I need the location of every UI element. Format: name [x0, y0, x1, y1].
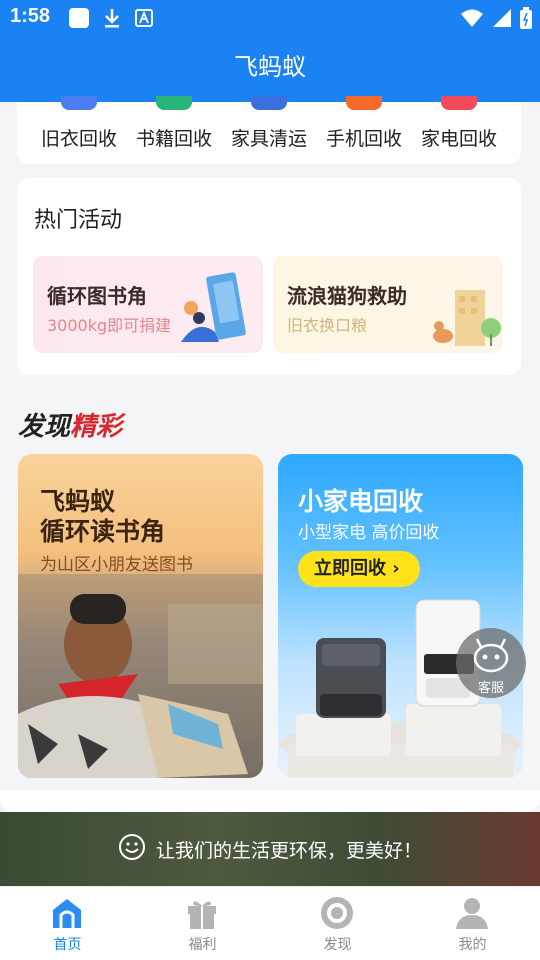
tab-label: 发现 [323, 937, 352, 953]
slogan-bar: 让我们的生活更环保，更美好！ [0, 812, 540, 886]
activity-subtitle: 旧衣换口粮 [287, 316, 368, 335]
category-phone[interactable]: 手机回收 [314, 96, 414, 164]
tab-label: 首页 [53, 937, 82, 953]
signal-icon [492, 8, 512, 32]
activity-title: 流浪猫狗救助 [287, 284, 407, 308]
category-used-clothes[interactable]: 旧衣回收 [29, 96, 129, 164]
battery-icon [520, 7, 532, 33]
hot-activities-card: 热门活动 循环图书角 3000kg即可捐建 流浪猫狗救助 旧衣换口粮 [17, 178, 521, 375]
category-label: 书籍回收 [135, 128, 212, 150]
banner-subtitle: 为山区小朋友送图书 [40, 555, 193, 575]
tab-label: 我的 [458, 937, 487, 953]
category-label: 手机回收 [325, 128, 402, 150]
reading-illustration [181, 272, 246, 342]
book-icon [156, 96, 192, 110]
tab-label: 福利 [188, 937, 217, 953]
category-books[interactable]: 书籍回收 [124, 96, 224, 164]
discover-title-part2: 精彩 [70, 412, 123, 442]
discover-title-part1: 发现 [18, 412, 71, 442]
bottom-tab-bar: 首页 福利 发现 我的 [0, 886, 540, 960]
category-card: 旧衣回收 书籍回收 家具清运 手机回收 家电回收 [17, 96, 521, 164]
section-title: 热门活动 [34, 208, 123, 233]
banner-title-line2: 循环读书角 [40, 517, 166, 546]
category-label: 旧衣回收 [40, 128, 117, 150]
content-panel-bottom [0, 790, 540, 812]
activity-book-corner[interactable]: 循环图书角 3000kg即可捐建 [33, 256, 263, 353]
customer-service-label: 客服 [477, 681, 504, 696]
status-bar: 1:58 [0, 0, 540, 36]
tab-discover[interactable]: 发现 [270, 887, 405, 960]
activity-subtitle: 3000kg即可捐建 [47, 316, 172, 335]
furniture-icon [251, 96, 287, 110]
category-appliance[interactable]: 家电回收 [409, 96, 509, 164]
category-label: 家电回收 [420, 128, 497, 150]
pets-illustration [433, 290, 501, 346]
customer-service-button[interactable]: 客服 [456, 628, 526, 698]
app-header: 飞蚂蚁 [0, 36, 540, 102]
activity-stray-pets[interactable]: 流浪猫狗救助 旧衣换口粮 [273, 256, 503, 353]
banner-appliance-recycle[interactable]: 小家电回收 小型家电 高价回收 立即回收 › [278, 454, 523, 778]
page-title: 飞蚂蚁 [234, 53, 306, 81]
slogan-text: 让我们的生活更环保，更美好！ [155, 839, 422, 862]
category-label: 家具清运 [230, 128, 307, 150]
clothes-icon [61, 96, 97, 110]
banner-title: 小家电回收 [298, 487, 424, 516]
discover-icon [321, 897, 353, 929]
gift-icon [188, 901, 216, 929]
banner-reading-corner[interactable]: 飞蚂蚁 循环读书角 为山区小朋友送图书 [18, 454, 263, 778]
activity-title: 循环图书角 [47, 284, 147, 308]
tab-home[interactable]: 首页 [0, 887, 135, 960]
notification-app-icon [68, 7, 90, 33]
appliance-icon [441, 96, 477, 110]
tab-welfare[interactable]: 福利 [135, 887, 270, 960]
child-reading-photo [18, 574, 263, 778]
banner-subtitle: 小型家电 高价回收 [298, 523, 440, 543]
smile-icon [118, 833, 146, 866]
wifi-icon [460, 8, 484, 32]
home-icon [53, 899, 81, 928]
category-furniture[interactable]: 家具清运 [219, 96, 319, 164]
status-time: 1:58 [10, 5, 51, 27]
robot-face-icon [473, 638, 509, 673]
user-icon [456, 898, 488, 929]
recycle-now-button[interactable]: 立即回收 › [298, 551, 420, 587]
phone-icon [346, 96, 382, 110]
tab-profile[interactable]: 我的 [405, 887, 540, 960]
discover-title: 发现精彩 [18, 406, 122, 443]
translate-icon [134, 8, 154, 32]
download-icon [102, 7, 122, 33]
